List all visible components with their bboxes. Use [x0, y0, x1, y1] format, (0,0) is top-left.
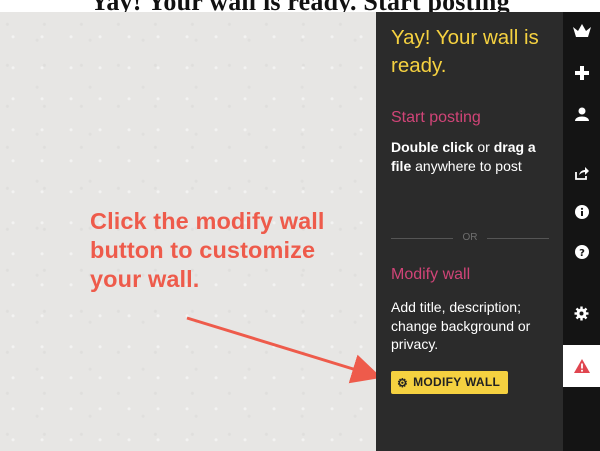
gear-icon[interactable]: [563, 296, 600, 330]
padlet-logo-icon[interactable]: [563, 14, 600, 48]
or-label: OR: [462, 232, 478, 243]
info-icon[interactable]: [563, 195, 600, 229]
or-divider: OR: [391, 230, 549, 246]
alert-icon[interactable]: [563, 345, 600, 387]
or-connector: or: [473, 139, 494, 155]
help-icon[interactable]: ?: [563, 235, 600, 269]
modify-wall-heading: Modify wall: [391, 266, 471, 283]
panel-title: Yay! Your wall is ready.: [391, 26, 539, 77]
start-posting-heading: Start posting: [391, 109, 481, 126]
svg-text:?: ?: [579, 248, 585, 259]
modify-wall-text: Add title, description; change backgroun…: [391, 299, 531, 352]
start-posting-text: Double click or drag a file anywhere to …: [391, 138, 556, 175]
modify-wall-button-label: MODIFY WALL: [413, 375, 501, 389]
user-icon[interactable]: [563, 97, 600, 131]
double-click-label: Double click: [391, 139, 474, 155]
modify-wall-button[interactable]: ⚙ MODIFY WALL: [391, 371, 509, 394]
anywhere-to-post: anywhere to post: [411, 157, 522, 174]
gear-icon: ⚙: [397, 375, 409, 390]
top-caption-text: Yay! Your wall is ready. Start posting: [0, 0, 600, 12]
top-caption: Yay! Your wall is ready. Start posting: [0, 0, 600, 12]
icon-sidebar: ?: [563, 12, 600, 451]
share-icon[interactable]: [563, 156, 600, 190]
info-panel: Yay! Your wall is ready. Start posting D…: [376, 12, 563, 451]
tutorial-annotation: Click the modify wall button to customiz…: [90, 208, 325, 292]
plus-icon[interactable]: [563, 56, 600, 90]
